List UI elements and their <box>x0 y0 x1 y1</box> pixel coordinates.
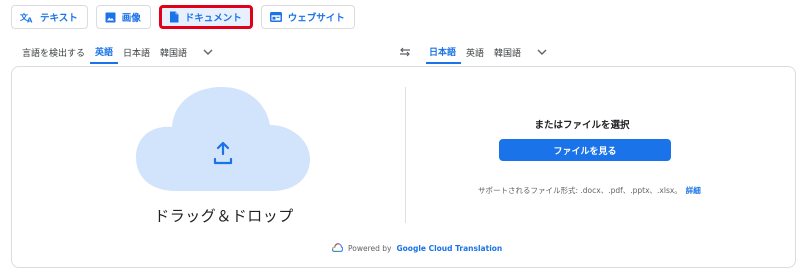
source-lang-japanese[interactable]: 日本語 <box>118 40 155 64</box>
powered-by-label: Powered by <box>348 244 392 253</box>
chevron-down-icon[interactable] <box>200 40 216 64</box>
website-icon <box>269 12 282 22</box>
upload-drop-zone[interactable] <box>136 87 310 191</box>
target-lang-korean[interactable]: 韓国語 <box>489 40 526 64</box>
swap-languages-icon[interactable] <box>397 44 413 60</box>
target-lang-japanese[interactable]: 日本語 <box>426 40 462 64</box>
source-lang-english[interactable]: 英語 <box>90 40 119 64</box>
panel-divider <box>405 87 406 223</box>
google-cloud-logo-icon <box>331 243 344 254</box>
tab-image-label: 画像 <box>121 13 141 24</box>
source-language-bar: 言語を検出する 英語 日本語 韓国語 <box>22 40 216 64</box>
browse-files-button[interactable]: ファイルを見る <box>499 139 671 161</box>
tab-text[interactable]: 文A テキスト <box>11 5 88 29</box>
tab-website-label: ウェブサイト <box>287 13 345 24</box>
tab-document[interactable]: ドキュメント <box>158 5 253 29</box>
supported-formats-label: サポートされるファイル形式: .docx、.pdf、.pptx、.xlsx。 <box>478 186 682 195</box>
source-lang-detect[interactable]: 言語を検出する <box>22 40 90 64</box>
supported-formats-text: サポートされるファイル形式: .docx、.pdf、.pptx、.xlsx。 詳細 <box>478 185 701 196</box>
tab-document-label: ドキュメント <box>184 13 242 24</box>
translate-icon: 文A <box>20 11 34 23</box>
target-language-bar: 日本語 英語 韓国語 <box>426 40 550 64</box>
google-cloud-translation-link[interactable]: Google Cloud Translation <box>396 244 502 253</box>
tab-image[interactable]: 画像 <box>95 5 151 29</box>
powered-by-footer: Powered by Google Cloud Translation <box>331 243 502 254</box>
document-upload-panel: ドラッグ＆ドロップ またはファイルを選択 ファイルを見る サポートされるファイル… <box>11 66 796 268</box>
tab-website[interactable]: ウェブサイト <box>260 5 355 29</box>
svg-text:A: A <box>27 17 33 24</box>
choose-file-heading: またはファイルを選択 <box>534 120 630 131</box>
mode-tab-bar: 文A テキスト 画像 ドキュメント ウェブサイト <box>11 5 355 29</box>
target-lang-english[interactable]: 英語 <box>461 40 489 64</box>
document-icon <box>169 11 179 23</box>
tab-text-label: テキスト <box>40 13 78 24</box>
image-icon <box>105 12 116 23</box>
drag-and-drop-label: ドラッグ＆ドロップ <box>154 207 294 225</box>
details-link[interactable]: 詳細 <box>686 186 701 195</box>
source-lang-korean[interactable]: 韓国語 <box>155 40 192 64</box>
chevron-down-icon[interactable] <box>534 40 550 64</box>
cloud-upload-icon <box>136 87 310 191</box>
